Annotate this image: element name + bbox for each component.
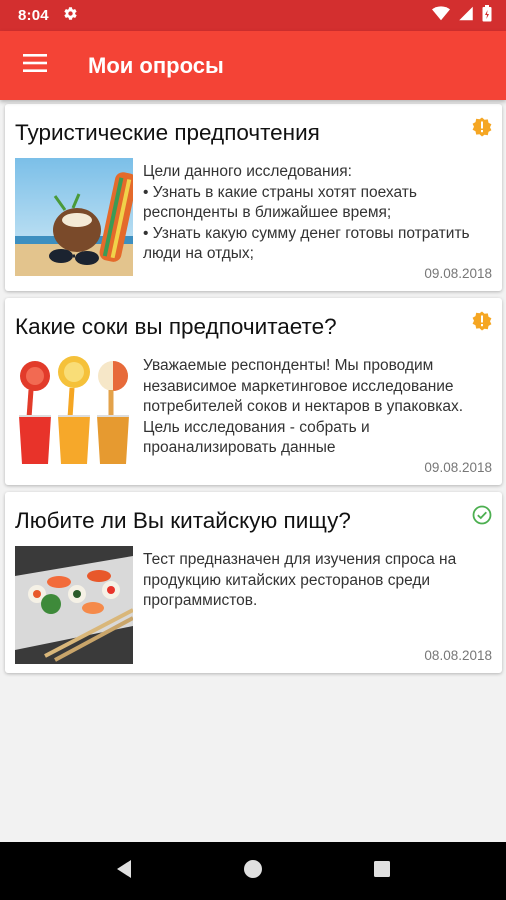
page-title: Мои опросы <box>88 52 224 78</box>
survey-date: 08.08.2018 <box>424 648 492 663</box>
survey-card[interactable]: Любите ли Вы китайскую пищу? Тест предна… <box>5 492 502 673</box>
settings-gear-icon <box>63 6 78 26</box>
survey-description: Тест предназначен для изучения спроса на… <box>143 551 457 609</box>
app-bar: Мои опросы <box>0 31 506 100</box>
status-bar: 8:04 <box>0 0 506 31</box>
survey-title: Туристические предпочтения <box>15 120 320 145</box>
hamburger-menu-icon <box>23 54 47 77</box>
survey-card[interactable]: Какие соки вы предпочитаете? Уважаемые р… <box>5 298 502 485</box>
survey-description: Уважаемые респонденты! Мы проводим незав… <box>143 357 464 456</box>
pending-warning-icon <box>472 311 492 331</box>
sushi-chopsticks-image <box>15 546 133 664</box>
pending-warning-icon <box>472 117 492 137</box>
back-icon <box>115 859 133 884</box>
signal-icon <box>458 6 474 26</box>
survey-description: Цели данного исследования: • Узнать в ка… <box>143 163 470 262</box>
back-button[interactable] <box>104 851 144 891</box>
survey-card[interactable]: Туристические предпочтения Цели данного … <box>5 104 502 291</box>
survey-date: 09.08.2018 <box>424 266 492 281</box>
home-button[interactable] <box>233 851 273 891</box>
recents-icon <box>373 860 391 883</box>
home-icon <box>243 859 263 884</box>
beach-coconut-sunglasses-image <box>15 158 133 276</box>
battery-icon <box>482 4 492 27</box>
menu-button[interactable] <box>0 31 70 100</box>
juice-glasses-image <box>15 352 133 470</box>
completed-check-icon <box>472 505 492 525</box>
navigation-bar <box>0 842 506 900</box>
recents-button[interactable] <box>362 851 402 891</box>
survey-title: Какие соки вы предпочитаете? <box>15 314 337 339</box>
survey-date: 09.08.2018 <box>424 460 492 475</box>
wifi-icon <box>432 5 450 26</box>
status-time: 8:04 <box>18 7 49 24</box>
survey-title: Любите ли Вы китайскую пищу? <box>15 508 351 533</box>
